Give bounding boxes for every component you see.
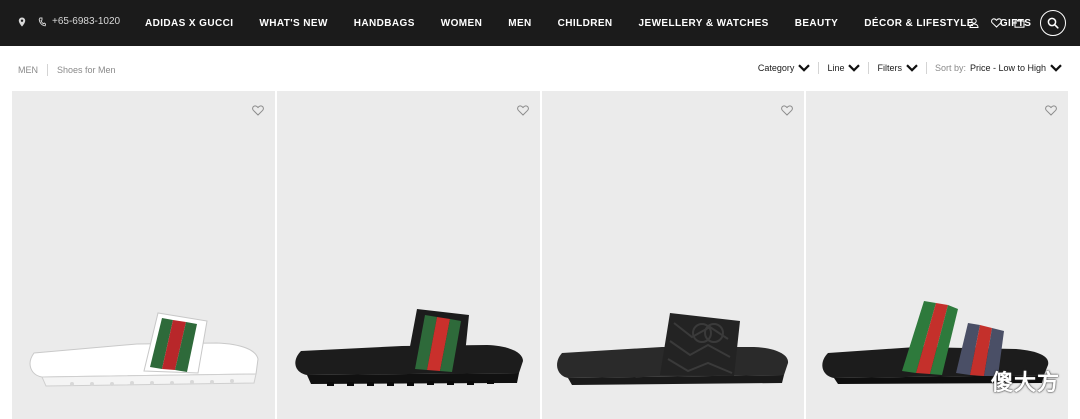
nav-item-women[interactable]: WOMEN	[441, 18, 482, 29]
shopping-bag-icon	[1014, 19, 1025, 28]
product-image	[295, 309, 523, 386]
account-button[interactable]	[969, 18, 979, 28]
listing-toolbar: MEN Shoes for Men Category Line Filters …	[0, 46, 1080, 91]
location-pin-icon	[18, 17, 26, 26]
chevron-down-icon	[848, 64, 861, 72]
line-filter[interactable]: Line	[827, 63, 861, 73]
header-actions	[957, 0, 1066, 46]
nav-item-beauty[interactable]: BEAUTY	[795, 18, 839, 29]
nav-item-men[interactable]: MEN	[508, 18, 531, 29]
watermark-text: 傻大方	[990, 371, 1060, 396]
line-filter-label: Line	[827, 63, 845, 73]
filter-divider	[818, 62, 820, 74]
account-icon	[969, 18, 979, 28]
breadcrumb-shoes-for-men[interactable]: Shoes for Men	[57, 65, 116, 75]
heart-icon	[991, 18, 1002, 28]
product-image	[556, 313, 788, 385]
nav-item-children[interactable]: CHILDREN	[558, 18, 613, 29]
filters-dropdown-label: Filters	[877, 63, 902, 73]
search-icon	[1047, 17, 1059, 29]
category-filter-label: Category	[757, 63, 795, 73]
phone-number: +65-6983-1020	[52, 16, 121, 27]
top-navigation-bar: +65-6983-1020 ADIDAS X GUCCI WHAT'S NEW …	[0, 0, 1080, 46]
filter-controls: Category Line Filters Sort by: Price - L…	[758, 62, 1062, 74]
nav-item-adidas-x-gucci[interactable]: ADIDAS X GUCCI	[145, 18, 233, 29]
chevron-down-icon	[906, 64, 918, 72]
chevron-down-icon	[1050, 64, 1062, 72]
chevron-down-icon	[798, 64, 811, 72]
filter-divider	[925, 62, 927, 74]
filters-dropdown[interactable]: Filters	[877, 63, 918, 73]
breadcrumb-divider	[47, 64, 48, 76]
filter-divider	[868, 62, 870, 74]
product-grid	[12, 91, 1068, 419]
main-navigation: ADIDAS X GUCCI WHAT'S NEW HANDBAGS WOMEN…	[145, 0, 1057, 46]
sort-value: Price - Low to High	[969, 63, 1046, 73]
phone-icon	[38, 17, 46, 26]
product-card[interactable]	[541, 91, 805, 419]
nav-item-handbags[interactable]: HANDBAGS	[354, 18, 415, 29]
product-card[interactable]	[276, 91, 540, 419]
sort-dropdown[interactable]: Sort by: Price - Low to High	[935, 63, 1062, 73]
nav-item-jewellery-watches[interactable]: JEWELLERY & WATCHES	[639, 18, 769, 29]
wishlist-button[interactable]	[991, 18, 1002, 28]
product-card[interactable]	[12, 91, 275, 419]
product-image	[29, 312, 259, 387]
search-button[interactable]	[1040, 10, 1066, 36]
nav-item-whats-new[interactable]: WHAT'S NEW	[259, 18, 327, 29]
shopping-bag-button[interactable]	[1014, 18, 1025, 28]
sort-label: Sort by:	[934, 63, 966, 73]
phone-contact[interactable]: +65-6983-1020	[18, 16, 120, 27]
category-filter[interactable]: Category	[758, 63, 811, 73]
breadcrumb: MEN Shoes for Men	[18, 64, 116, 76]
breadcrumb-men[interactable]: MEN	[18, 65, 38, 75]
